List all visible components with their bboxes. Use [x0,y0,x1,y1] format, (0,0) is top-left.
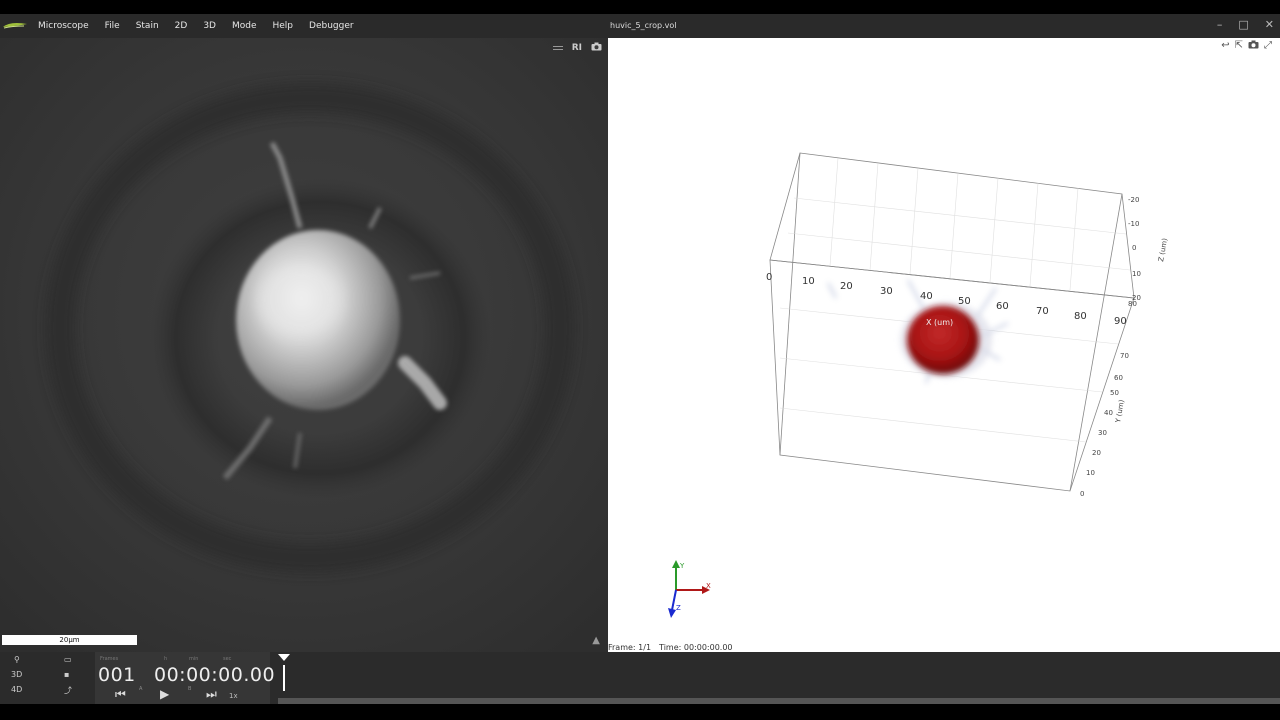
minutes-label: min [189,656,199,662]
z-tick: 20 [1132,294,1141,302]
time-panel: Frames h min sec 001 00:00:00.00 ⏮ A ▶ B… [95,652,275,704]
seconds-label: sec [223,656,232,662]
y-tick: 50 [1110,389,1119,397]
cell-volume [827,279,1009,384]
player-bar: ⚲ 3D 4D ▭ ▪ ⤴ Frames h min sec 001 00:00… [0,652,1280,704]
time-code[interactable]: 00:00:00.00 [154,664,275,686]
x-tick: 60 [996,301,1009,312]
volume-render: 0 10 20 30 40 50 60 70 80 90 X (um) 0 10… [668,152,1169,618]
close-window-icon[interactable]: ✕ [1265,18,1274,31]
minimize-window-icon[interactable]: – [1217,18,1223,31]
camera-icon[interactable] [591,42,602,54]
axis-z-label: Z [676,604,681,612]
playhead-handle[interactable] [278,654,290,661]
z-tick: -20 [1128,196,1139,204]
y-tick: 30 [1098,429,1107,437]
left-view-toolbar: RI [552,42,602,54]
menu-debugger[interactable]: Debugger [301,21,362,31]
y-tick: 60 [1114,374,1123,382]
minimize-panel-icon[interactable] [552,46,563,50]
menu-file[interactable]: File [97,21,128,31]
menu-2d[interactable]: 2D [167,21,196,31]
orientation-axes: Y X Z [668,560,711,618]
z-axis-label: Z (um) [1157,237,1169,262]
view-4d-button[interactable]: 4D [11,685,22,694]
maximize-window-icon[interactable]: □ [1238,18,1248,31]
up-arrow-icon[interactable]: ▲ [592,635,600,646]
right-window-title: huvic_5_crop.vol [610,21,677,30]
ri-toggle-button[interactable]: RI [572,43,582,53]
playhead-line [283,665,285,691]
z-tick: 0 [1132,244,1136,252]
menu-mode[interactable]: Mode [224,21,265,31]
playback-speed[interactable]: 1x [229,692,238,700]
x-tick: 40 [920,291,933,302]
x-tick: 10 [802,276,815,287]
next-frame-button[interactable]: ⏭ [206,687,217,702]
window-controls: – □ ✕ [1217,18,1274,31]
volume-3d-view[interactable]: ↩ ⇱ ⤢ 0 10 20 30 40 50 60 70 80 90 X (um… [608,38,1280,652]
microscope-2d-view[interactable]: RI 20µm ▲ [0,38,608,652]
timeline[interactable] [278,652,1280,704]
frame-time: Time: 00:00:00.00 [659,643,733,652]
menu-help[interactable]: Help [265,21,302,31]
open-folder-icon[interactable]: ▭ [64,655,72,664]
right-window-titlebar: huvic_5_crop.vol – □ ✕ [608,14,1280,38]
view-3d-button[interactable]: 3D [11,670,22,679]
x-tick: 20 [840,281,853,292]
z-tick: -10 [1128,220,1139,228]
z-tick: 10 [1132,270,1141,278]
y-tick: 40 [1104,409,1113,417]
frames-label: Frames [100,656,119,662]
y-tick: 0 [1080,490,1084,498]
y-axis-label: Y (um) [1114,399,1126,425]
location-pin-icon[interactable]: ⚲ [14,655,20,664]
axis-x-label: X [706,582,711,590]
y-tick: 70 [1120,352,1129,360]
frame-counter: Frame: 1/1 [608,643,652,652]
x-tick: 50 [958,296,971,307]
y-tick: 20 [1092,449,1101,457]
menu-3d[interactable]: 3D [195,21,224,31]
save-icon[interactable]: ▪ [64,670,69,679]
view-mode-icons: ⚲ 3D 4D ▭ ▪ ⤴ [8,654,88,704]
previous-frame-button[interactable]: ⏮ [115,687,126,702]
hours-label: h [164,656,168,662]
app-logo-icon [0,14,30,38]
x-axis-label: X (um) [926,318,953,327]
top-black-strip [0,0,1280,14]
x-tick: 30 [880,286,893,297]
x-tick: 0 [766,272,772,283]
play-button[interactable]: ▶ [160,687,169,701]
frame-info: Frame: 1/1 Time: 00:00:00.00 [608,643,733,652]
x-tick: 80 [1074,311,1087,322]
marker-a[interactable]: A [139,686,142,692]
frame-number[interactable]: 001 [98,664,136,686]
bounding-grid [779,157,1131,443]
menu-microscope[interactable]: Microscope [30,21,97,31]
export-icon[interactable]: ⤴ [64,685,72,696]
menu-stain[interactable]: Stain [128,21,167,31]
x-tick: 90 [1114,316,1127,327]
bottom-black-strip [0,704,1280,720]
x-tick: 70 [1036,306,1049,317]
marker-b[interactable]: B [188,686,191,692]
axis-y-label: Y [679,562,685,570]
menu-bar: Microscope File Stain 2D 3D Mode Help De… [0,14,608,38]
microscope-image [0,38,608,652]
scale-bar: 20µm [2,635,137,645]
y-tick: 10 [1086,469,1095,477]
